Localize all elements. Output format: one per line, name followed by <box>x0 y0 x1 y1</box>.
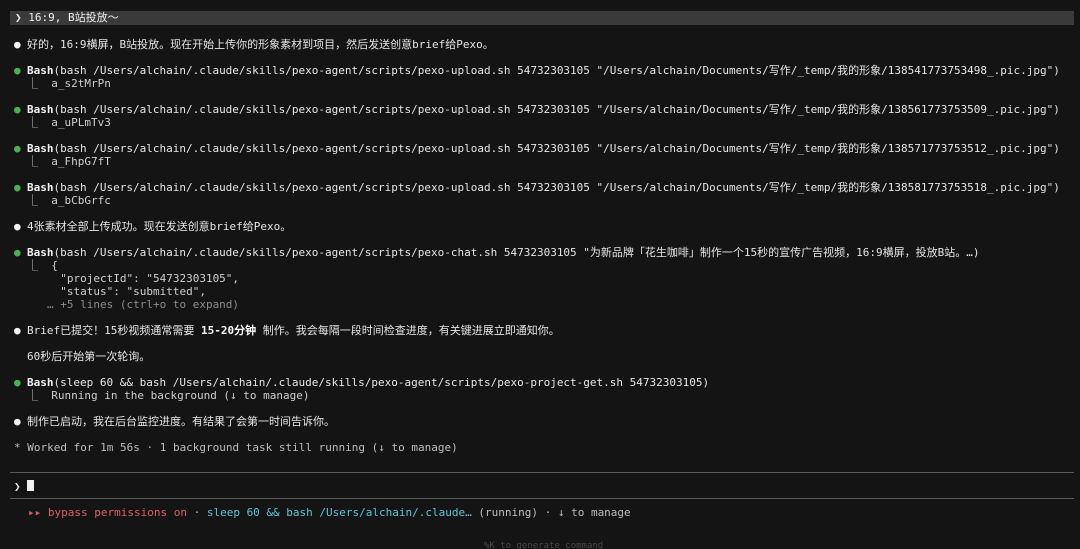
worked-status: * Worked for 1m 56s · 1 background task … <box>14 441 458 454</box>
tool-call: ● Bash(bash /Users/alchain/.claude/skills… <box>14 246 980 259</box>
user-prompt-text: 16:9, B站投放～ <box>28 11 119 24</box>
status-dot-icon: ● <box>14 376 21 389</box>
branch-icon: ⎿ <box>27 155 52 168</box>
prompt-symbol: ❯ <box>15 11 22 24</box>
bullet-icon: ● <box>14 415 21 428</box>
status-dot-icon: ● <box>14 64 21 77</box>
expand-hint[interactable]: … +5 lines (ctrl+o to expand) <box>47 298 239 311</box>
input-line[interactable]: ❯ <box>14 480 34 493</box>
tool-result: ⎿ a_uPLmTv3 <box>27 116 111 129</box>
assistant-message: ● 4张素材全部上传成功。现在发送创意brief给Pexo。 <box>14 220 292 233</box>
status-dot-icon: ● <box>14 103 21 116</box>
tool-call: ● Bash(bash /Users/alchain/.claude/skills… <box>14 142 1060 155</box>
branch-icon: ⎿ <box>27 259 52 272</box>
background-task-label[interactable]: sleep 60 && bash /Users/alchain/.claude… <box>207 506 472 519</box>
user-prompt-line: ❯ 16:9, B站投放～ <box>15 11 119 25</box>
bullet-icon: ● <box>14 38 21 51</box>
status-dot-icon: ● <box>14 181 21 194</box>
tool-result: ⎿ Running in the background (↓ to manage… <box>27 389 310 402</box>
branch-icon: ⎿ <box>27 194 52 207</box>
bullet-icon: ● <box>14 220 21 233</box>
assistant-message-continued: 60秒后开始第一次轮询。 <box>27 350 151 363</box>
assistant-message: ● 好的，16:9横屏，B站投放。现在开始上传你的形象素材到项目，然后发送创意br… <box>14 38 494 51</box>
assistant-message: ● Brief已提交！15秒视频通常需要 15-20分钟 制作。我会每隔一段时间检… <box>14 324 560 337</box>
tool-call: ● Bash(sleep 60 && bash /Users/alchain/.c… <box>14 376 710 389</box>
tool-result-line: "status": "submitted", <box>47 285 206 298</box>
tool-call: ● Bash(bash /Users/alchain/.claude/skills… <box>14 181 1060 194</box>
status-dot-icon: ● <box>14 246 21 259</box>
terminal-window: ❯ 16:9, B站投放～ ● 好的，16:9横屏，B站投放。现在开始上传你的形象… <box>0 0 1080 549</box>
tool-call: ● Bash(bash /Users/alchain/.claude/skills… <box>14 103 1060 116</box>
input-prompt-symbol: ❯ <box>14 480 21 493</box>
branch-icon: ⎿ <box>27 77 52 90</box>
branch-icon: ⎿ <box>27 116 52 129</box>
tool-result: ⎿ { <box>27 259 58 272</box>
tool-result-line: "projectId": "54732303105", <box>47 272 240 285</box>
tool-result: ⎿ a_FhpG7fT <box>27 155 111 168</box>
branch-icon: ⎿ <box>27 389 52 402</box>
tool-call: ● Bash(bash /Users/alchain/.claude/skills… <box>14 64 1060 77</box>
bypass-arrows-icon: ▸▸ <box>28 506 42 519</box>
status-footer: ▸▸ bypass permissions on · sleep 60 && b… <box>28 506 631 519</box>
input-divider-top <box>10 472 1074 473</box>
status-dot-icon: ● <box>14 142 21 155</box>
assistant-message: ● 制作已启动，我在后台监控进度。有结果了会第一时间告诉你。 <box>14 415 335 428</box>
task-state: (running) · ↓ to manage <box>471 506 631 519</box>
tool-result: ⎿ a_s2tMrPn <box>27 77 111 90</box>
user-prompt-bar: ❯ 16:9, B站投放～ <box>10 11 1074 25</box>
bullet-icon: ● <box>14 324 21 337</box>
input-divider-bottom <box>10 498 1074 499</box>
text-cursor <box>26 480 34 491</box>
bypass-permissions-label[interactable]: bypass permissions on <box>48 506 187 519</box>
tool-result: ⎿ a_bCbGrfc <box>27 194 111 207</box>
faint-hint: %K to generate command <box>484 541 604 549</box>
